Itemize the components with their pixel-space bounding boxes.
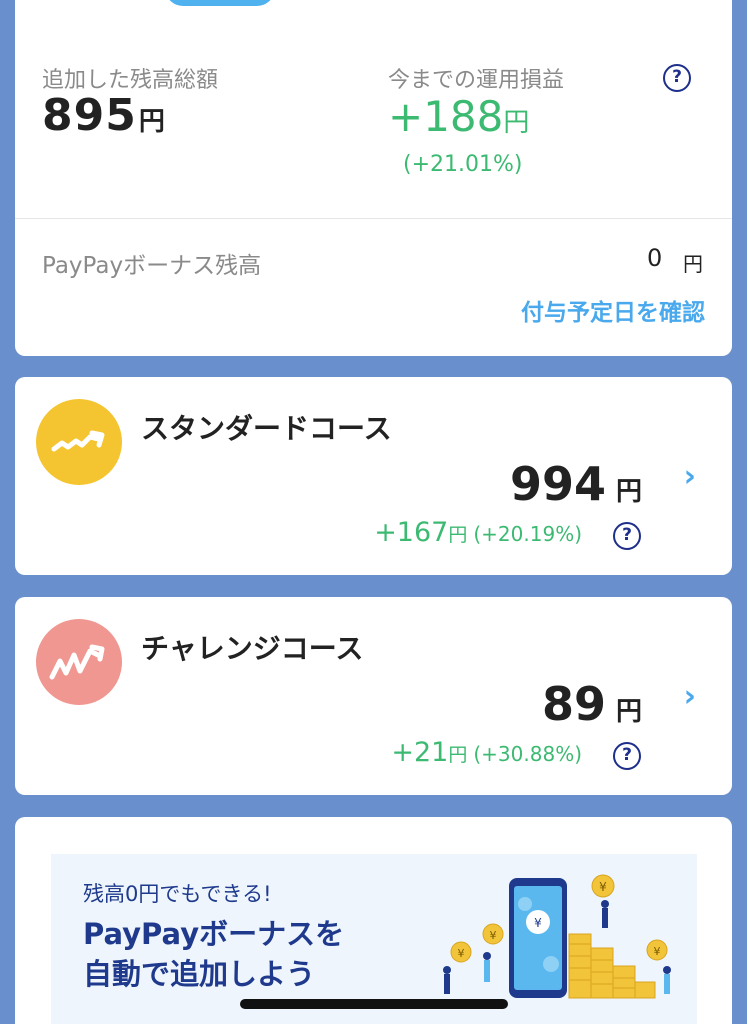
course-amount-value: 994 [509, 457, 606, 511]
profit-label: 今までの運用損益 [388, 68, 565, 93]
course-gain-unit: 円 [448, 744, 468, 766]
course-gain-value: +21 [391, 737, 449, 768]
divider [15, 218, 732, 219]
svg-text:¥: ¥ [654, 945, 661, 958]
profit-unit: 円 [503, 108, 530, 138]
course-gain-percent: (+30.88%) [473, 742, 582, 766]
bonus-balance-value: 0 [647, 244, 663, 272]
course-amount: 89 円 [542, 677, 642, 731]
course-title: スタンダードコース [141, 412, 392, 445]
svg-text:¥: ¥ [490, 929, 497, 942]
course-help-icon[interactable]: ? [613, 522, 641, 550]
course-gain-unit: 円 [448, 524, 468, 546]
grant-date-link[interactable]: 付与予定日を確認 [521, 293, 705, 327]
chevron-right-icon[interactable]: › [684, 679, 696, 714]
added-balance-unit: 円 [138, 107, 165, 137]
course-gain-value: +167 [374, 517, 449, 548]
profit-amount: +188円 [388, 92, 529, 141]
profit-help-icon[interactable]: ? [663, 64, 691, 92]
course-title: チャレンジコース [141, 632, 364, 665]
course-amount-value: 89 [541, 677, 606, 731]
tab-indicator[interactable] [165, 0, 275, 6]
svg-text:¥: ¥ [599, 880, 607, 894]
course-gain: +167円 (+20.19%) [374, 517, 582, 548]
svg-text:¥: ¥ [534, 916, 542, 930]
profit-value: +188 [388, 92, 504, 141]
banner-title-line1: PayPayボーナスを [83, 917, 345, 951]
course-amount: 994 円 [510, 457, 642, 511]
added-balance-value: 895 [42, 90, 137, 141]
profit-percent: (+21.01%) [403, 152, 523, 177]
course-gain-percent: (+20.19%) [473, 522, 582, 546]
chevron-right-icon[interactable]: › [684, 459, 696, 494]
added-balance-amount: 895円 [42, 90, 165, 141]
banner-subtitle: 残高0円でもできる! [83, 882, 272, 906]
bonus-banner-card: 残高0円でもできる! PayPayボーナスを 自動で追加しよう ¥ ¥ ¥ ¥ … [15, 817, 732, 1024]
course-card-challenge[interactable]: チャレンジコース 89 円 › +21円 (+30.88%) ? [15, 597, 732, 795]
course-card-standard[interactable]: スタンダードコース 994 円 › +167円 (+20.19%) ? [15, 377, 732, 575]
course-amount-unit: 円 [615, 477, 642, 507]
svg-text:¥: ¥ [458, 947, 465, 960]
banner-title: PayPayボーナスを 自動で追加しよう [83, 914, 344, 994]
course-gain: +21円 (+30.88%) [391, 737, 582, 768]
banner-title-line2: 自動で追加しよう [83, 957, 316, 991]
bonus-balance-unit: 円 [683, 252, 703, 276]
balance-summary-card: 追加した残高総額 895円 今までの運用損益 ? +188円 (+21.01%)… [15, 0, 732, 356]
course-amount-unit: 円 [615, 697, 642, 727]
trend-up-icon [36, 399, 122, 485]
home-indicator[interactable] [240, 999, 508, 1009]
course-help-icon[interactable]: ? [613, 742, 641, 770]
volatile-trend-icon [36, 619, 122, 705]
bonus-balance-label: PayPayボーナス残高 [42, 253, 262, 279]
